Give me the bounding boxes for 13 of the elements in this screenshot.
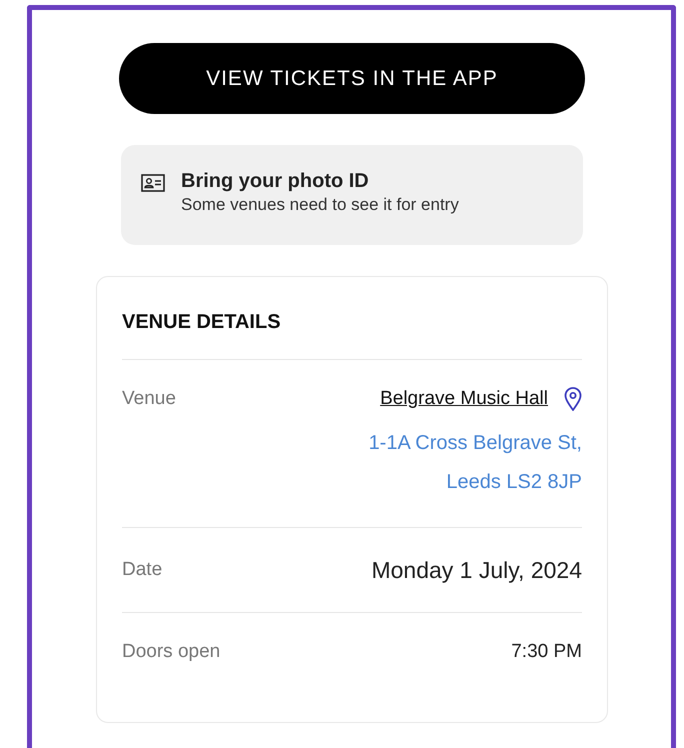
row-label: Venue [122,387,176,411]
address-link[interactable]: 1-1A Cross Belgrave St, Leeds LS2 8JP [368,424,582,502]
section-title: VENUE DETAILS [122,307,582,360]
notice-title: Bring your photo ID [181,169,370,193]
view-tickets-button[interactable]: VIEW TICKETS IN THE APP [119,43,585,114]
row-value: 7:30 PM [511,640,582,664]
row-value: Monday 1 July, 2024 [371,556,582,585]
id-card-icon [141,174,165,192]
row-label: Doors open [122,640,220,664]
venue-link[interactable]: Belgrave Music Hall [380,385,548,414]
notice-text: Some venues need to see it for entry [181,194,459,216]
map-pin-icon[interactable] [564,387,582,412]
row-label: Date [122,558,162,582]
